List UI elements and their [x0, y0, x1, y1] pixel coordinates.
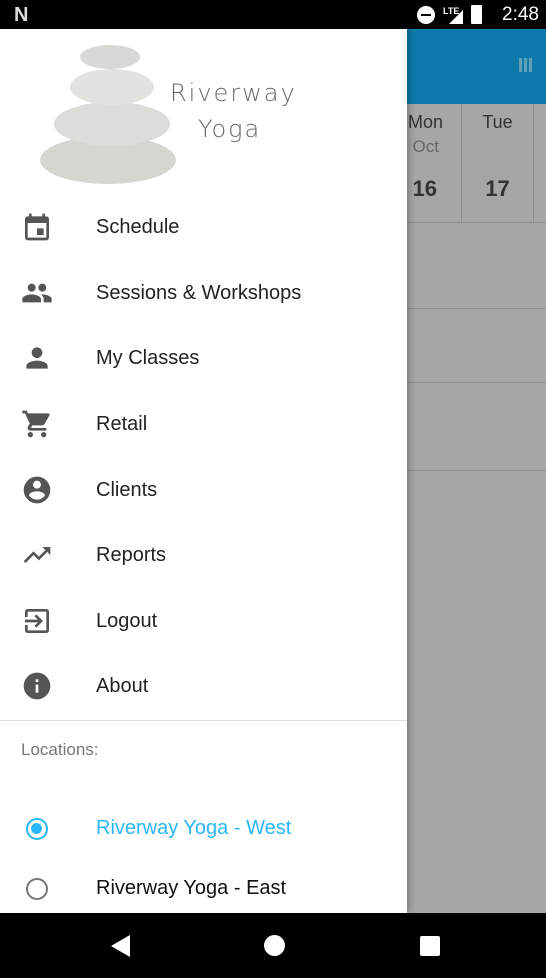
lte-signal-icon: LTE — [443, 6, 463, 24]
menu-item-my-classes[interactable]: My Classes — [0, 328, 407, 388]
menu-item-clients[interactable]: Clients — [0, 460, 407, 520]
radio-selected[interactable] — [26, 818, 48, 840]
group-icon — [22, 283, 52, 303]
menu-item-schedule[interactable]: Schedule — [0, 197, 407, 257]
info-icon — [23, 672, 51, 700]
battery-charging-icon — [471, 5, 482, 24]
status-bar: N LTE 2:48 — [0, 0, 546, 29]
locations-label: Locations: — [21, 740, 99, 759]
cart-icon — [22, 410, 50, 438]
stones-image — [40, 45, 176, 184]
divider — [0, 720, 407, 721]
riverway-yoga-logo: Riverway Yoga — [30, 37, 295, 197]
person-icon — [26, 347, 48, 369]
recent-apps-icon[interactable] — [420, 936, 440, 956]
menu-item-logout[interactable]: Logout — [0, 591, 407, 651]
exit-icon — [25, 609, 49, 633]
menu-item-sessions-workshops[interactable]: Sessions & Workshops — [0, 263, 407, 323]
notification-n-icon: N — [14, 4, 29, 26]
divider — [407, 222, 546, 223]
account-circle-icon — [23, 476, 51, 504]
divider — [407, 382, 546, 383]
menu-item-about[interactable]: About — [0, 656, 407, 716]
calendar-icon — [25, 213, 49, 241]
system-nav-bar — [0, 913, 546, 978]
divider — [407, 308, 546, 309]
radio-unselected[interactable] — [26, 878, 48, 900]
menu-item-retail[interactable]: Retail — [0, 394, 407, 454]
day-column-tue[interactable]: Tue 17 — [462, 104, 534, 222]
do-not-disturb-icon — [417, 5, 435, 24]
clock: 2:48 — [502, 4, 539, 25]
divider — [407, 470, 546, 471]
home-icon[interactable] — [264, 935, 285, 956]
menu-item-reports[interactable]: Reports — [0, 525, 407, 585]
navigation-drawer: Riverway Yoga Schedule Sessions & Worksh… — [0, 29, 407, 913]
grid-icon[interactable] — [519, 58, 533, 72]
back-icon[interactable] — [111, 935, 130, 957]
trending-up-icon — [23, 547, 51, 563]
